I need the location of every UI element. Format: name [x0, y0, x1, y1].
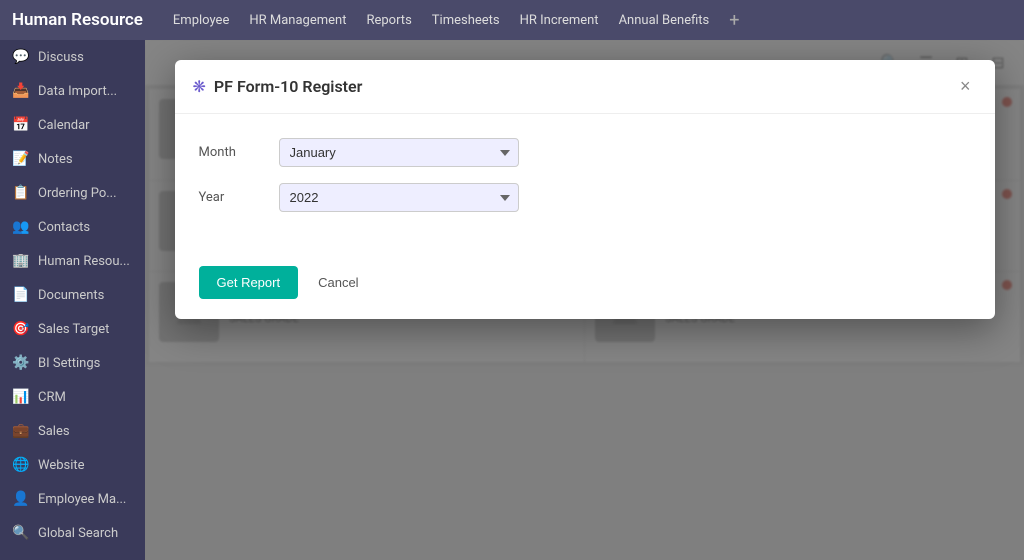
month-select[interactable]: January February March April May June Ju… [279, 138, 519, 167]
sidebar: 💬 Discuss 📥 Data Import... 📅 Calendar 📝 … [0, 40, 145, 560]
data-import-icon: 📥 [12, 82, 30, 100]
sidebar-label-notes: Notes [38, 152, 73, 167]
get-report-button[interactable]: Get Report [199, 266, 299, 299]
pf-form-modal: ❋ PF Form-10 Register × Month January Fe… [175, 60, 995, 319]
sidebar-label-sales: Sales [38, 424, 70, 439]
modal-overlay: ❋ PF Form-10 Register × Month January Fe… [145, 40, 1024, 560]
sidebar-label-sales-target: Sales Target [38, 322, 109, 337]
modal-header: ❋ PF Form-10 Register × [175, 60, 995, 114]
sidebar-label-contacts: Contacts [38, 220, 90, 235]
sidebar-item-sales[interactable]: 💼 Sales [0, 414, 145, 448]
month-label: Month [199, 145, 279, 160]
sidebar-label-ordering-po: Ordering Po... [38, 186, 117, 201]
sidebar-item-website[interactable]: 🌐 Website [0, 448, 145, 482]
nav-employee[interactable]: Employee [173, 13, 229, 28]
sidebar-item-crm[interactable]: 📊 CRM [0, 380, 145, 414]
sidebar-label-global-search: Global Search [38, 526, 118, 541]
sidebar-label-bi-settings: BI Settings [38, 356, 100, 371]
sidebar-label-calendar: Calendar [38, 118, 90, 133]
sidebar-item-employee-ma[interactable]: 👤 Employee Ma... [0, 482, 145, 516]
modal-title-icon: ❋ [193, 77, 206, 96]
cancel-button[interactable]: Cancel [310, 266, 366, 299]
discuss-icon: 💬 [12, 48, 30, 66]
nav-annual-benefits[interactable]: Annual Benefits [619, 13, 710, 28]
year-label: Year [199, 190, 279, 205]
sidebar-item-ordering-po[interactable]: 📋 Ordering Po... [0, 176, 145, 210]
nav-hr-increment[interactable]: HR Increment [520, 13, 599, 28]
sidebar-item-sales-target[interactable]: 🎯 Sales Target [0, 312, 145, 346]
bi-settings-icon: ⚙️ [12, 354, 30, 372]
sidebar-label-discuss: Discuss [38, 50, 84, 65]
nav-add-icon[interactable]: + [729, 10, 739, 31]
sales-target-icon: 🎯 [12, 320, 30, 338]
sidebar-item-global-search[interactable]: 🔍 Global Search [0, 516, 145, 550]
global-search-icon: 🔍 [12, 524, 30, 542]
main-content: 🔍 ☰ ⊞ ⊟ ABHINAV KUMAR Area Manager-Sales… [145, 40, 1024, 560]
documents-icon: 📄 [12, 286, 30, 304]
nav-timesheets[interactable]: Timesheets [432, 13, 500, 28]
sidebar-label-employee-ma: Employee Ma... [38, 492, 126, 507]
sidebar-item-notes[interactable]: 📝 Notes [0, 142, 145, 176]
sidebar-item-data-import[interactable]: 📥 Data Import... [0, 74, 145, 108]
modal-title: PF Form-10 Register [214, 77, 363, 96]
sidebar-label-documents: Documents [38, 288, 104, 303]
top-nav: Human Resource Employee HR Management Re… [0, 0, 1024, 40]
contacts-icon: 👥 [12, 218, 30, 236]
month-row: Month January February March April May J… [199, 138, 971, 167]
sidebar-item-documents[interactable]: 📄 Documents [0, 278, 145, 312]
modal-close-button[interactable]: × [954, 74, 977, 99]
sidebar-label-crm: CRM [38, 390, 66, 405]
sidebar-label-data-import: Data Import... [38, 84, 117, 99]
app-title: Human Resource [12, 10, 143, 30]
sidebar-label-website: Website [38, 458, 85, 473]
sidebar-item-discuss[interactable]: 💬 Discuss [0, 40, 145, 74]
modal-footer: Get Report Cancel [175, 258, 995, 319]
notes-icon: 📝 [12, 150, 30, 168]
crm-icon: 📊 [12, 388, 30, 406]
employee-ma-icon: 👤 [12, 490, 30, 508]
calendar-icon: 📅 [12, 116, 30, 134]
nav-reports[interactable]: Reports [366, 13, 411, 28]
website-icon: 🌐 [12, 456, 30, 474]
sidebar-item-human-resou[interactable]: 🏢 Human Resou... [0, 244, 145, 278]
sidebar-item-calendar[interactable]: 📅 Calendar [0, 108, 145, 142]
modal-header-left: ❋ PF Form-10 Register [193, 77, 363, 96]
main-layout: 💬 Discuss 📥 Data Import... 📅 Calendar 📝 … [0, 40, 1024, 560]
sales-icon: 💼 [12, 422, 30, 440]
nav-hr-management[interactable]: HR Management [249, 13, 346, 28]
sidebar-label-human-resou: Human Resou... [38, 254, 130, 269]
sidebar-item-contacts[interactable]: 👥 Contacts [0, 210, 145, 244]
sidebar-item-bi-settings[interactable]: ⚙️ BI Settings [0, 346, 145, 380]
human-resou-icon: 🏢 [12, 252, 30, 270]
year-select[interactable]: 2020 2021 2022 2023 2024 [279, 183, 519, 212]
ordering-po-icon: 📋 [12, 184, 30, 202]
year-row: Year 2020 2021 2022 2023 2024 [199, 183, 971, 212]
modal-body: Month January February March April May J… [175, 114, 995, 258]
